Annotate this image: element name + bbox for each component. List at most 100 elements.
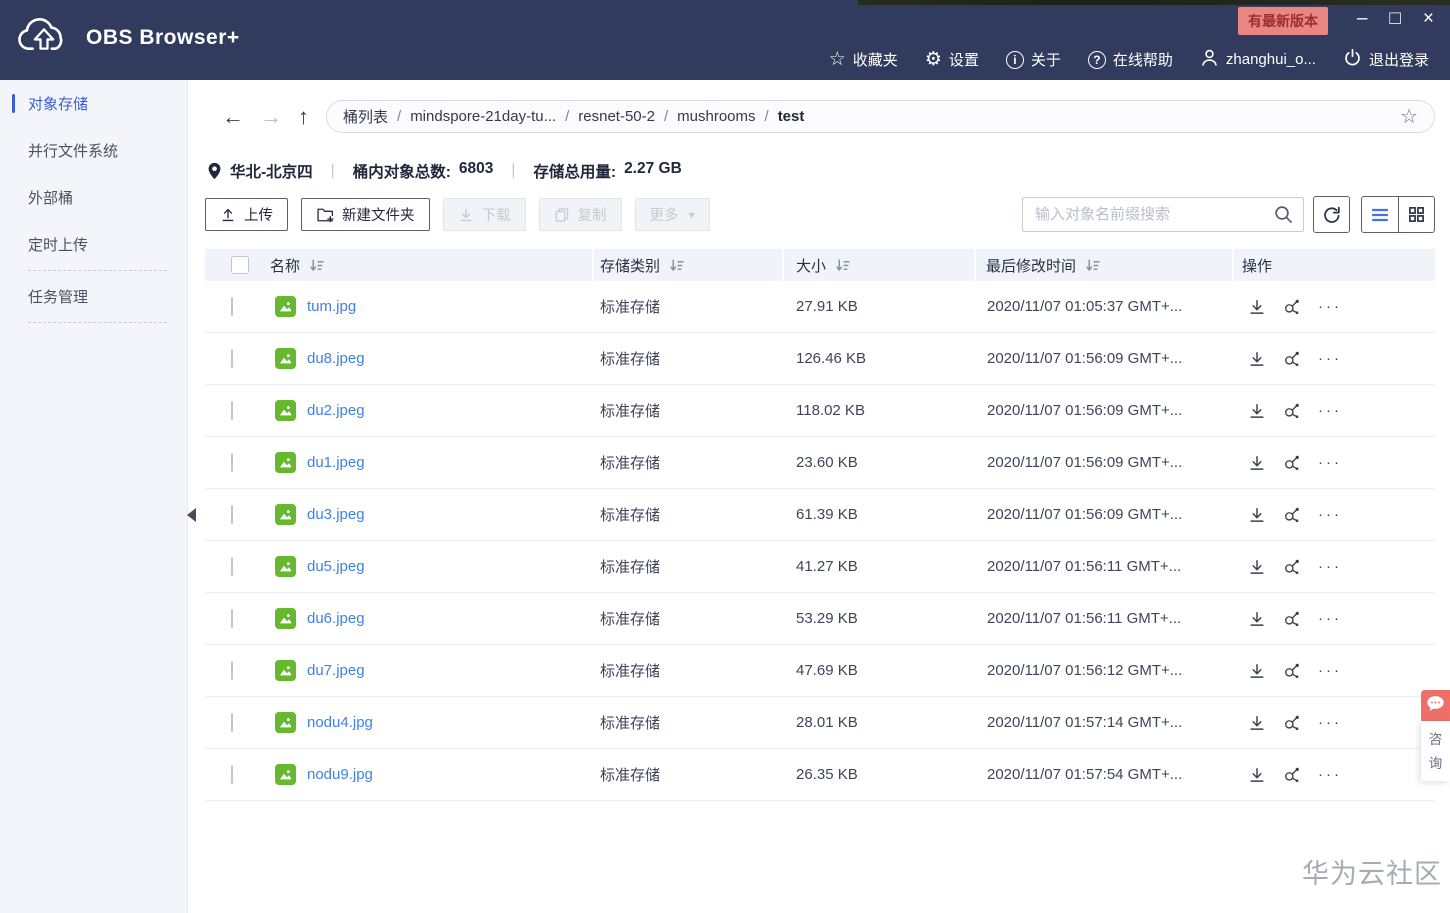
row-checkbox[interactable]: [231, 505, 233, 524]
sort-size-icon[interactable]: [835, 258, 850, 273]
header-operations: 操作: [1242, 257, 1273, 275]
sort-storage-class-icon[interactable]: [669, 258, 684, 273]
row-share-icon[interactable]: [1283, 350, 1301, 368]
breadcrumb-folder-1[interactable]: resnet-50-2: [578, 108, 655, 125]
menu-settings[interactable]: ⚙ 设置: [918, 49, 986, 70]
row-more-actions-icon[interactable]: ···: [1318, 299, 1342, 314]
row-download-icon[interactable]: [1248, 506, 1266, 524]
row-share-icon[interactable]: [1283, 714, 1301, 732]
more-button[interactable]: 更多 ▾: [634, 198, 710, 231]
row-download-icon[interactable]: [1248, 714, 1266, 732]
row-download-icon[interactable]: [1248, 766, 1266, 784]
consult-button[interactable]: [1421, 690, 1450, 721]
object-name-link[interactable]: nodu9.jpg: [307, 766, 373, 783]
row-download-icon[interactable]: [1248, 610, 1266, 628]
sort-name-icon[interactable]: [309, 258, 324, 273]
close-button[interactable]: ×: [1423, 8, 1434, 30]
row-checkbox[interactable]: [231, 661, 233, 680]
row-checkbox[interactable]: [231, 557, 233, 576]
menu-about[interactable]: i 关于: [999, 49, 1068, 70]
row-checkbox[interactable]: [231, 765, 233, 784]
row-more-actions-icon[interactable]: ···: [1318, 351, 1342, 366]
row-download-icon[interactable]: [1248, 350, 1266, 368]
navigation-row: ← → ↑ 桶列表 / mindspore-21day-tu... / resn…: [205, 100, 1435, 133]
caret-down-icon: ▾: [688, 207, 695, 222]
sidebar-item-parallel-fs[interactable]: 并行文件系统: [0, 127, 187, 174]
row-more-actions-icon[interactable]: ···: [1318, 507, 1342, 522]
table-row: tum.jpg 标准存储 27.91 KB 2020/11/07 01:05:3…: [205, 281, 1435, 333]
upload-button[interactable]: 上传: [205, 198, 288, 231]
object-name-link[interactable]: du8.jpeg: [307, 350, 365, 367]
row-more-actions-icon[interactable]: ···: [1318, 455, 1342, 470]
object-name-link[interactable]: du6.jpeg: [307, 610, 365, 627]
search-icon[interactable]: [1273, 204, 1294, 229]
row-checkbox[interactable]: [231, 401, 233, 420]
row-checkbox[interactable]: [231, 453, 233, 472]
menu-account[interactable]: zhanghui_o...: [1193, 48, 1323, 71]
select-all-checkbox[interactable]: [231, 256, 249, 274]
row-more-actions-icon[interactable]: ···: [1318, 559, 1342, 574]
sidebar-item-task-management[interactable]: 任务管理: [0, 273, 187, 320]
object-name-link[interactable]: du7.jpeg: [307, 662, 365, 679]
forward-button[interactable]: →: [260, 104, 282, 129]
row-more-actions-icon[interactable]: ···: [1318, 403, 1342, 418]
row-more-actions-icon[interactable]: ···: [1318, 611, 1342, 626]
row-share-icon[interactable]: [1283, 402, 1301, 420]
copy-button[interactable]: 复制: [538, 198, 622, 231]
new-folder-button[interactable]: 新建文件夹: [301, 198, 430, 231]
up-button[interactable]: ↑: [298, 104, 309, 129]
row-more-actions-icon[interactable]: ···: [1318, 715, 1342, 730]
info-icon: i: [1005, 50, 1024, 69]
row-share-icon[interactable]: [1283, 662, 1301, 680]
row-share-icon[interactable]: [1283, 454, 1301, 472]
row-download-icon[interactable]: [1248, 454, 1266, 472]
sort-modified-icon[interactable]: [1085, 258, 1100, 273]
maximize-button[interactable]: □: [1389, 8, 1400, 30]
object-name-link[interactable]: du5.jpeg: [307, 558, 365, 575]
refresh-button[interactable]: [1313, 196, 1350, 233]
back-button[interactable]: ←: [222, 104, 244, 129]
sidebar-collapse-handle[interactable]: [187, 508, 196, 522]
grid-view-button[interactable]: [1398, 197, 1434, 232]
row-checkbox[interactable]: [231, 349, 233, 368]
object-name-link[interactable]: du2.jpeg: [307, 402, 365, 419]
object-name-link[interactable]: nodu4.jpg: [307, 714, 373, 731]
row-share-icon[interactable]: [1283, 766, 1301, 784]
row-download-icon[interactable]: [1248, 662, 1266, 680]
breadcrumb-bucket-list[interactable]: 桶列表: [343, 106, 388, 127]
row-checkbox[interactable]: [231, 609, 233, 628]
storage-class-cell: 标准存储: [600, 455, 661, 472]
update-badge[interactable]: 有最新版本: [1238, 7, 1328, 35]
row-download-icon[interactable]: [1248, 298, 1266, 316]
row-download-icon[interactable]: [1248, 402, 1266, 420]
breadcrumb-folder-2[interactable]: mushrooms: [677, 108, 755, 125]
sidebar-item-external-bucket[interactable]: 外部桶: [0, 174, 187, 221]
breadcrumb-bucket[interactable]: mindspore-21day-tu...: [410, 108, 556, 125]
object-name-link[interactable]: tum.jpg: [307, 298, 356, 315]
row-share-icon[interactable]: [1283, 298, 1301, 316]
sidebar-item-scheduled-upload[interactable]: 定时上传: [0, 221, 187, 268]
row-download-icon[interactable]: [1248, 558, 1266, 576]
modified-cell: 2020/11/07 01:56:11 GMT+...: [987, 558, 1182, 575]
favorite-star-icon[interactable]: ☆: [1400, 104, 1418, 129]
object-name-link[interactable]: du1.jpeg: [307, 454, 365, 471]
menu-logout[interactable]: 退出登录: [1336, 48, 1436, 71]
row-share-icon[interactable]: [1283, 558, 1301, 576]
object-name-link[interactable]: du3.jpeg: [307, 506, 365, 523]
consult-label-char: 询: [1428, 756, 1443, 771]
menu-favorites[interactable]: ☆ 收藏夹: [822, 49, 905, 70]
row-share-icon[interactable]: [1283, 506, 1301, 524]
list-view-button[interactable]: [1362, 197, 1398, 232]
row-share-icon[interactable]: [1283, 610, 1301, 628]
download-button[interactable]: 下载: [442, 198, 526, 231]
row-checkbox[interactable]: [231, 713, 233, 732]
search-input[interactable]: [1022, 197, 1304, 232]
sidebar-item-object-storage[interactable]: 对象存储: [0, 80, 187, 127]
row-checkbox[interactable]: [231, 297, 233, 316]
consult-label[interactable]: 咨 询: [1421, 721, 1450, 781]
menu-online-help[interactable]: ? 在线帮助: [1081, 49, 1180, 70]
row-more-actions-icon[interactable]: ···: [1318, 767, 1342, 782]
object-count-value: 6803: [458, 160, 494, 177]
row-more-actions-icon[interactable]: ···: [1318, 663, 1342, 678]
minimize-button[interactable]: –: [1357, 8, 1368, 30]
